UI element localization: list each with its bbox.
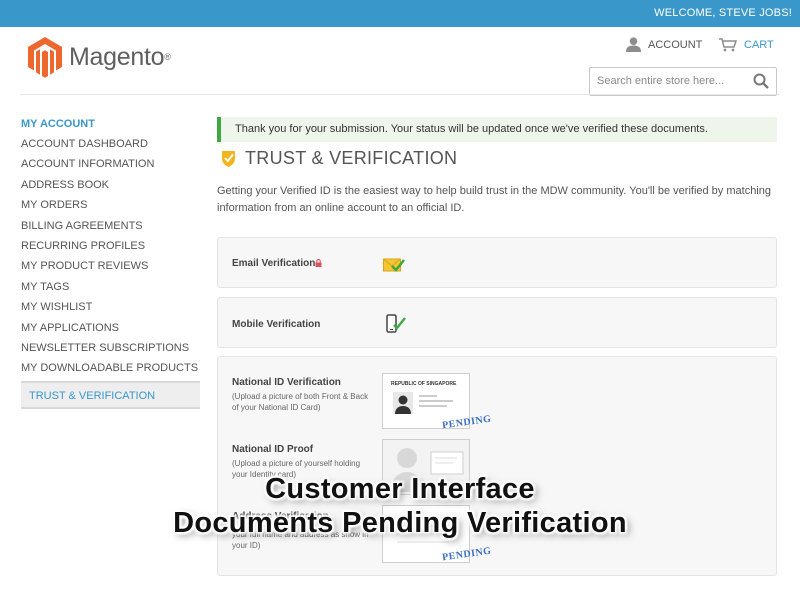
magento-logo[interactable]: Magento ® [27,36,171,78]
top-bar: WELCOME, STEVE JOBS! [0,0,800,27]
verified-badge-icon [222,151,235,167]
account-label: ACCOUNT [648,38,703,51]
email-verification-label: Email Verification [232,258,316,269]
sidebar-title[interactable]: MY ACCOUNT [21,117,201,137]
search-input[interactable] [595,74,749,88]
sidebar-item-billing-agreements[interactable]: BILLING AGREEMENTS [21,219,201,239]
magento-logo-icon [28,37,62,78]
phone-check-icon [386,314,406,333]
sidebar-item-account-dashboard[interactable]: ACCOUNT DASHBOARD [21,137,201,157]
sidebar-item-my-applications[interactable]: MY APPLICATIONS [21,321,201,341]
search-icon[interactable] [753,73,769,89]
sidebar-item-my-wishlist[interactable]: MY WISHLIST [21,300,201,320]
cart-icon [719,38,738,52]
national-id-label: National ID Verification [232,377,341,388]
sidebar-item-recurring-profiles[interactable]: RECURRING PROFILES [21,239,201,259]
user-icon [626,37,641,52]
search-box [589,67,777,96]
mobile-verification-card: Mobile Verification [217,297,777,348]
caption-line-2: Documents Pending Verification [173,507,627,539]
id-proof-label: National ID Proof [232,444,314,455]
email-verification-card: Email Verification [217,237,777,288]
id-text-lines [419,395,453,407]
sidebar-item-label: TRUST & VERIFICATION [29,390,156,402]
account-link[interactable]: ACCOUNT [625,37,702,52]
account-sidebar: MY ACCOUNT ACCOUNT DASHBOARD ACCOUNT INF… [21,117,201,382]
id-photo-icon [393,392,413,414]
sidebar-item-my-tags[interactable]: MY TAGS [21,280,201,300]
sidebar-item-downloadable-products[interactable]: MY DOWNLOADABLE PRODUCTS [21,361,201,381]
page-title-text: TRUST & VERIFICATION [245,148,458,168]
sidebar-item-newsletter-subscriptions[interactable]: NEWSLETTER SUBSCRIPTIONS [21,341,201,361]
logo-wordmark: Magento [69,42,165,71]
lock-icon [315,259,322,267]
cart-link[interactable]: CART [718,37,774,52]
sidebar-item-address-book[interactable]: ADDRESS BOOK [21,178,201,198]
caption-line-1: Customer Interface [265,473,535,505]
logo-registered-mark: ® [164,52,171,62]
header-divider [20,94,780,95]
cart-label: CART [744,38,774,51]
national-id-instructions: (Upload a picture of both Front & Back o… [232,392,369,412]
sidebar-item-my-orders[interactable]: MY ORDERS [21,198,201,218]
sidebar-item-trust-verification[interactable]: TRUST & VERIFICATION [21,381,200,409]
welcome-message: WELCOME, STEVE JOBS! [654,7,792,19]
envelope-check-icon [383,258,405,272]
documents-card: National ID Verification (Upload a pictu… [217,356,777,576]
intro-paragraph: Getting your Verified ID is the easiest … [217,185,771,214]
success-notice: Thank you for your submission. Your stat… [217,117,777,142]
sidebar-item-account-information[interactable]: ACCOUNT INFORMATION [21,157,201,177]
page-title: TRUST & VERIFICATION [219,148,457,169]
id-card-heading: REPUBLIC OF SINGAPORE [391,381,457,387]
sidebar-item-product-reviews[interactable]: MY PRODUCT REVIEWS [21,259,201,279]
notice-text: Thank you for your submission. Your stat… [235,123,708,135]
mobile-verification-label: Mobile Verification [232,319,321,330]
